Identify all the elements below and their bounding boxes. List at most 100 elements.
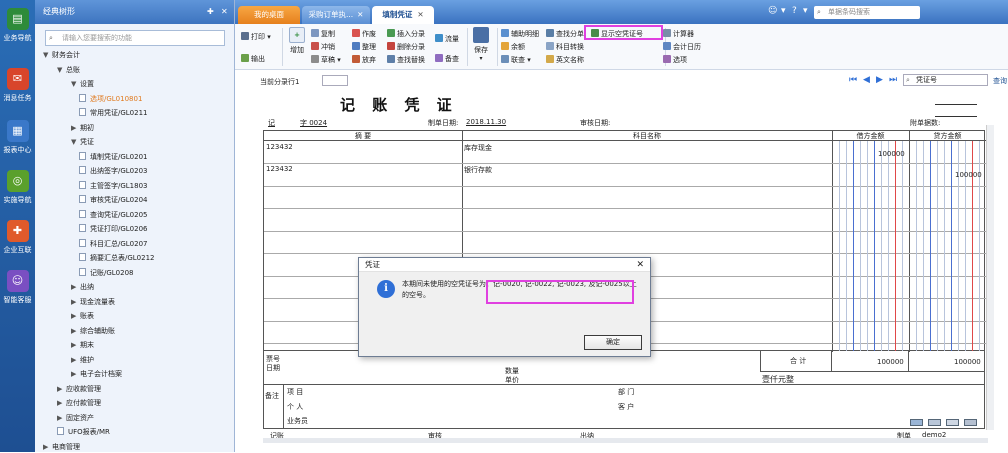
delete-entry-button[interactable]: 删除分录 bbox=[387, 42, 425, 52]
tree-item[interactable]: 主管签字/GL1803 bbox=[79, 180, 148, 192]
find-replace-button[interactable]: 查找替换 bbox=[387, 55, 425, 65]
last-record-icon[interactable]: ⏭ bbox=[889, 75, 897, 85]
tree-item[interactable]: ▶ 电商管理 bbox=[43, 442, 80, 453]
output-button[interactable]: 输出 bbox=[241, 54, 265, 64]
cashflow-button[interactable]: 流量 bbox=[435, 34, 459, 44]
row2-summary[interactable]: 123432 bbox=[266, 165, 293, 173]
next-record-icon[interactable]: ▶ bbox=[876, 75, 883, 85]
tab-fill-voucher[interactable]: 填制凭证 ✕ bbox=[372, 6, 434, 24]
balance-button[interactable]: 余额 bbox=[501, 42, 525, 52]
tab-purchase-order[interactable]: 采购订单执... ✕ bbox=[302, 6, 370, 24]
chevron-down-icon[interactable]: ▾ bbox=[781, 6, 786, 16]
collapsed-icon[interactable]: ▶ bbox=[57, 384, 66, 395]
sidebar-search-input[interactable]: ⌕ 请输入您要搜索的功能 bbox=[45, 30, 225, 46]
tree-item[interactable]: ▶ 出纳 bbox=[71, 282, 94, 293]
memo-button[interactable]: 备查 bbox=[435, 54, 459, 64]
tree-item[interactable]: 查询凭证/GL0205 bbox=[79, 209, 148, 221]
help-icon[interactable]: ? bbox=[792, 6, 797, 16]
report-center-button[interactable]: ▦ 报表中心 bbox=[0, 120, 35, 155]
tree-item[interactable]: 常用凭证/GL0211 bbox=[79, 108, 148, 119]
global-search-input[interactable]: ⌕ 单据条码搜索 bbox=[814, 6, 920, 19]
row1-summary[interactable]: 123432 bbox=[266, 143, 293, 151]
collapsed-icon[interactable]: ▶ bbox=[71, 369, 80, 380]
draft-button[interactable]: 草稿 ▾ bbox=[311, 55, 341, 65]
linked-query-button[interactable]: 联查 ▾ bbox=[501, 55, 531, 65]
tree-item[interactable]: ▶ 应付款管理 bbox=[57, 398, 101, 409]
tree-item[interactable]: ▼ 财务会计 bbox=[43, 50, 80, 61]
tab-my-desktop[interactable]: 我的桌面 bbox=[238, 6, 300, 24]
row2-subject[interactable]: 银行存款 bbox=[464, 165, 492, 175]
insert-entry-button[interactable]: 插入分录 bbox=[387, 29, 425, 39]
abandon-button[interactable]: 放弃 bbox=[352, 55, 376, 65]
tree-item[interactable]: ▶ 综合辅助账 bbox=[71, 326, 115, 337]
calculator-button[interactable]: 计算器 bbox=[663, 29, 694, 39]
document-icon[interactable] bbox=[946, 419, 959, 426]
query-link[interactable]: 查询 bbox=[993, 76, 1007, 86]
pin-icon[interactable]: ✚ bbox=[207, 0, 214, 24]
tree-item[interactable]: ▶ 应收款管理 bbox=[57, 384, 101, 395]
reverse-button[interactable]: 冲销 bbox=[311, 42, 335, 52]
voucher-type[interactable]: 记 bbox=[268, 118, 275, 128]
message-task-button[interactable]: ✉ 消息任务 bbox=[0, 68, 35, 103]
tree-item[interactable]: 填制凭证/GL0201 bbox=[79, 151, 148, 163]
collapsed-icon[interactable]: ▶ bbox=[71, 355, 80, 366]
smiley-icon[interactable]: ☺ bbox=[768, 6, 777, 16]
collapsed-icon[interactable]: ▶ bbox=[71, 326, 80, 337]
save-button[interactable]: 保存 ▾ bbox=[471, 27, 491, 62]
find-entry-button[interactable]: 查找分单 bbox=[546, 29, 584, 39]
void-button[interactable]: 作废 bbox=[352, 29, 376, 39]
subject-convert-button[interactable]: 科目转换 bbox=[546, 42, 584, 52]
tree-item[interactable]: ▼ 总账 bbox=[57, 65, 80, 76]
tree-item[interactable]: ▶ 现金流量表 bbox=[71, 297, 115, 308]
tree-item[interactable]: ▶ 电子会计档案 bbox=[71, 369, 122, 380]
voucher-number-field[interactable]: ⌕ 凭证号 bbox=[903, 74, 988, 86]
tree-item[interactable]: ▼ 凭证 bbox=[71, 137, 94, 148]
tree-item[interactable]: ▶ 期初 bbox=[71, 123, 94, 134]
attachment-icon[interactable] bbox=[910, 419, 923, 426]
row2-credit[interactable]: 100000 bbox=[955, 171, 982, 179]
collapsed-icon[interactable]: ▶ bbox=[43, 442, 52, 453]
collapsed-icon[interactable]: ▶ bbox=[71, 340, 80, 351]
row1-debit[interactable]: 100000 bbox=[878, 150, 905, 158]
tree-item[interactable]: UFO报表/MR bbox=[57, 427, 110, 438]
aux-detail-button[interactable]: 辅助明细 bbox=[501, 29, 539, 39]
collapsed-icon[interactable]: ▶ bbox=[57, 398, 66, 409]
english-name-button[interactable]: 英文名称 bbox=[546, 55, 584, 65]
collapsed-icon[interactable]: ▶ bbox=[57, 413, 66, 424]
horizontal-scrollbar[interactable] bbox=[263, 438, 988, 443]
tree-item[interactable]: ▼ 设置 bbox=[71, 79, 94, 90]
options-button[interactable]: 选项 bbox=[663, 55, 687, 65]
expanded-icon[interactable]: ▼ bbox=[71, 137, 80, 148]
tree-item[interactable]: ▶ 维护 bbox=[71, 355, 94, 366]
collapsed-icon[interactable]: ▶ bbox=[71, 297, 80, 308]
tree-item[interactable]: 摘要汇总表/GL0212 bbox=[79, 253, 155, 264]
organize-button[interactable]: 整理 bbox=[352, 42, 376, 52]
enterprise-connect-button[interactable]: ✚ 企业互联 bbox=[0, 220, 35, 255]
close-icon[interactable]: ✕ bbox=[357, 10, 363, 19]
business-nav-button[interactable]: ▤ 业务导航 bbox=[0, 8, 35, 43]
implementation-nav-button[interactable]: ◎ 实施导航 bbox=[0, 170, 35, 205]
prev-record-icon[interactable]: ◀ bbox=[863, 75, 870, 85]
tree-item[interactable]: 出纳签字/GL0203 bbox=[79, 166, 148, 177]
collapsed-icon[interactable]: ▶ bbox=[71, 123, 80, 134]
expanded-icon[interactable]: ▼ bbox=[57, 65, 66, 76]
close-icon[interactable]: ✕ bbox=[636, 258, 644, 272]
dropdown-icon[interactable]: ▾ bbox=[803, 6, 808, 16]
copy-button[interactable]: 复制 bbox=[311, 29, 335, 39]
close-icon[interactable]: ✕ bbox=[417, 10, 423, 19]
current-entry-field[interactable] bbox=[322, 75, 348, 86]
smart-service-button[interactable]: ☺ 智能客服 bbox=[0, 270, 35, 305]
tree-item[interactable]: ▶ 固定资产 bbox=[57, 413, 94, 424]
tree-item[interactable]: 选项/GL010801 bbox=[79, 93, 142, 105]
collapsed-icon[interactable]: ▶ bbox=[71, 282, 80, 293]
ok-button[interactable]: 确定 bbox=[584, 335, 642, 350]
first-record-icon[interactable]: ⏮ bbox=[849, 75, 857, 85]
date-value[interactable]: 2018.11.30 bbox=[466, 118, 506, 126]
print-button[interactable]: 打印 ▾ bbox=[241, 32, 271, 42]
row1-subject[interactable]: 库存现金 bbox=[464, 143, 492, 153]
add-button[interactable]: + 增加 bbox=[287, 27, 307, 55]
tree-item[interactable]: 凭证打印/GL0206 bbox=[79, 224, 148, 235]
voucher-number[interactable]: 字 0024 bbox=[300, 118, 327, 128]
expanded-icon[interactable]: ▼ bbox=[71, 79, 80, 90]
tree-item[interactable]: 审核凭证/GL0204 bbox=[79, 195, 148, 206]
